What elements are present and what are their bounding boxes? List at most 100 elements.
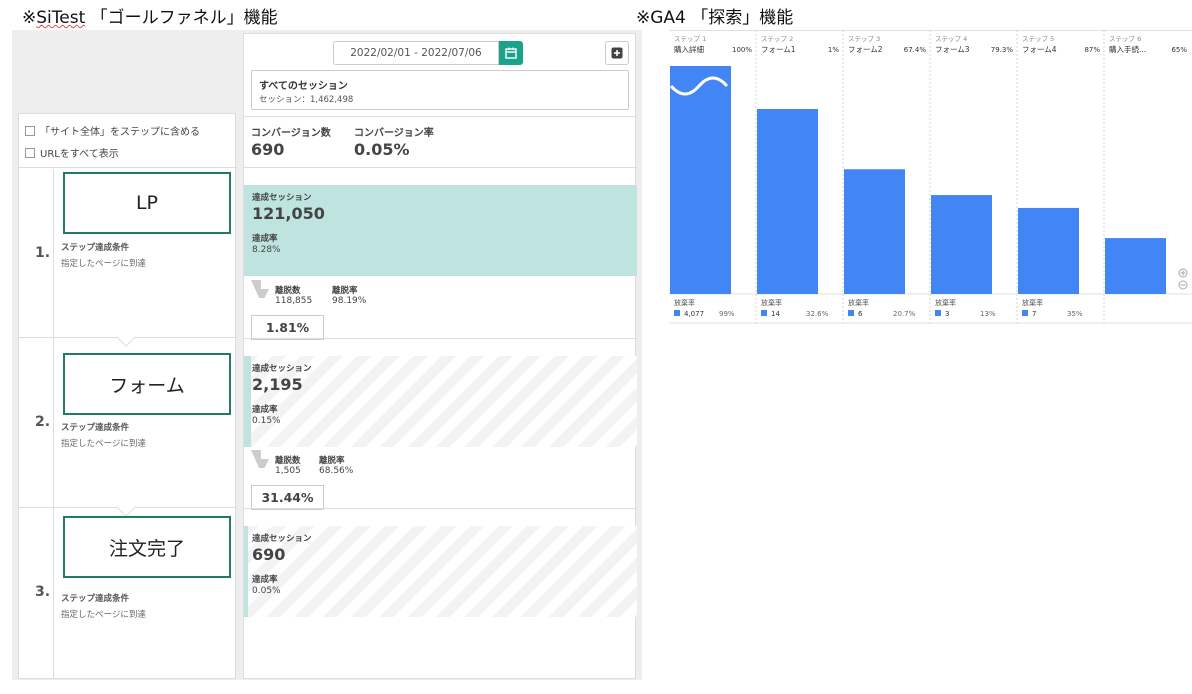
step-name-card[interactable]: 注文完了 [63, 516, 231, 578]
sessions-value: 2,195 [252, 375, 303, 394]
divider [244, 116, 637, 117]
ga4-caption: ※GA4 「探索」機能 [636, 8, 794, 28]
divider [19, 167, 237, 168]
exit-rate-label: 離脱率 [332, 286, 358, 296]
step-condition-label: ステップ達成条件 [61, 594, 130, 604]
exit-count-label: 離脱数 [275, 456, 301, 466]
add-icon [611, 47, 623, 59]
step-number-label: ステップ 3 [848, 35, 880, 43]
abandon-legend-swatch [848, 310, 854, 316]
abandon-count: 7 [1032, 310, 1036, 318]
caption-brand: SiTest [36, 8, 86, 28]
step-name-label: フォーム2 [848, 45, 883, 54]
completion-rate-label: 100% [732, 46, 752, 54]
segment-selector[interactable]: すべてのセッション セッション：1,462,498 [251, 70, 629, 110]
exit-rate-value: 98.19% [332, 296, 367, 306]
funnel-bar [670, 66, 731, 294]
step-name-card[interactable]: LP [63, 172, 231, 234]
divider [53, 169, 54, 679]
step-name-card[interactable]: フォーム [63, 353, 231, 415]
exit-rate-value: 68.56% [319, 466, 354, 476]
funnel-bar [1105, 238, 1166, 294]
divider [244, 167, 637, 168]
abandon-legend-swatch [1022, 310, 1028, 316]
funnel-bar [931, 195, 992, 294]
exit-arrow-icon [251, 450, 269, 468]
step-connector [116, 327, 136, 347]
funnel-bar [757, 109, 818, 295]
step-name-label: フォーム4 [1022, 45, 1057, 54]
abandon-rate: 13% [980, 310, 996, 318]
show-urls-option[interactable]: URLをすべて表示 [25, 145, 119, 160]
funnel-bar [1018, 207, 1079, 294]
completion-rate-label: 67.4% [904, 46, 927, 54]
abandon-count: 6 [858, 310, 863, 318]
ga4-funnel-chart: 53270ステップ 1購入詳細100%放棄率4,07799%ステップ 2フォーム… [669, 30, 1192, 324]
step-bar: 達成セッション 690 達成率 0.05% [244, 526, 637, 617]
sessions-label: 達成セッション [252, 534, 312, 544]
abandon-count: 4,077 [684, 310, 704, 318]
abandon-legend-swatch [674, 310, 680, 316]
step-number: 1. [35, 245, 51, 261]
step-bar: 達成セッション 2,195 達成率 0.15% [244, 356, 637, 447]
completion-rate-label: 65% [1171, 46, 1187, 54]
abandon-legend-swatch [935, 310, 941, 316]
show-urls-label: URLをすべて表示 [40, 149, 119, 160]
include-site-label: 「サイト全体」をステップに含める [40, 127, 200, 138]
abandon-label: 放棄率 [674, 298, 695, 307]
completion-rate-label: 1% [828, 46, 839, 54]
step-condition-label: ステップ達成条件 [61, 243, 130, 253]
sitest-caption: ※SiTest 「ゴールファネル」機能 [22, 3, 278, 28]
add-segment-button[interactable] [605, 41, 629, 65]
funnel-bar [844, 169, 905, 294]
abandon-count: 3 [945, 310, 949, 318]
caption-title: 「ゴールファネル」機能 [85, 8, 278, 28]
abandon-rate: 35% [1067, 310, 1083, 318]
caption-mark: ※ [22, 8, 37, 28]
bar-fill [244, 356, 251, 447]
abandon-label: 放棄率 [848, 298, 869, 307]
date-range-picker[interactable]: 2022/02/01 - 2022/07/06 [333, 41, 499, 65]
zoom-in-glyph [1180, 270, 1186, 276]
abandon-legend-swatch [761, 310, 767, 316]
calendar-button[interactable] [499, 41, 523, 65]
rate-label: 達成率 [252, 575, 278, 585]
exit-arrow-icon [251, 280, 269, 298]
calendar-icon [505, 47, 517, 59]
rate-label: 達成率 [252, 405, 278, 415]
abandon-rate: 20.7% [893, 310, 916, 318]
segment-title: すべてのセッション [259, 81, 348, 92]
step-name-label: 購入手続... [1109, 44, 1146, 54]
sessions-label: 達成セッション [252, 364, 312, 374]
conversions-value: 690 [251, 140, 285, 159]
abandon-rate: 99% [719, 310, 735, 318]
steps-panel: 「サイト全体」をステップに含める URLをすべて表示 1. LP ステップ達成条… [18, 113, 237, 679]
cvr-label: コンバージョン率 [354, 128, 434, 139]
abandon-label: 放棄率 [1022, 298, 1043, 307]
exit-rate-label: 離脱率 [319, 456, 345, 466]
include-site-option[interactable]: 「サイト全体」をステップに含める [25, 123, 200, 138]
step-number: 2. [35, 414, 51, 430]
abandon-label: 放棄率 [935, 298, 956, 307]
step-name-label: 購入詳細 [674, 44, 704, 54]
divider [244, 508, 637, 509]
cvr-value: 0.05% [354, 140, 410, 159]
rate-label: 達成率 [252, 234, 278, 244]
step-number-label: ステップ 4 [935, 35, 967, 43]
ga4-funnel-exploration: 53270ステップ 1購入詳細100%放棄率4,07799%ステップ 2フォーム… [669, 30, 1192, 324]
step-number-label: ステップ 1 [674, 35, 706, 43]
bar-fill [244, 526, 248, 617]
abandon-count: 14 [771, 310, 780, 318]
pass-rate-badge: 1.81% [251, 315, 324, 340]
exit-count-value: 118,855 [275, 296, 313, 306]
step-connector [116, 497, 136, 517]
step-condition-desc: 指定したページに到達 [61, 610, 146, 620]
include-site-checkbox[interactable] [25, 125, 35, 136]
step-condition-desc: 指定したページに到達 [61, 439, 146, 449]
pass-rate-badge: 31.44% [251, 485, 324, 510]
abandon-label: 放棄率 [761, 298, 782, 307]
abandon-rate: 32.6% [806, 310, 829, 318]
show-urls-checkbox[interactable] [25, 147, 35, 158]
conversions-label: コンバージョン数 [251, 128, 331, 139]
sessions-value: 121,050 [252, 204, 325, 223]
